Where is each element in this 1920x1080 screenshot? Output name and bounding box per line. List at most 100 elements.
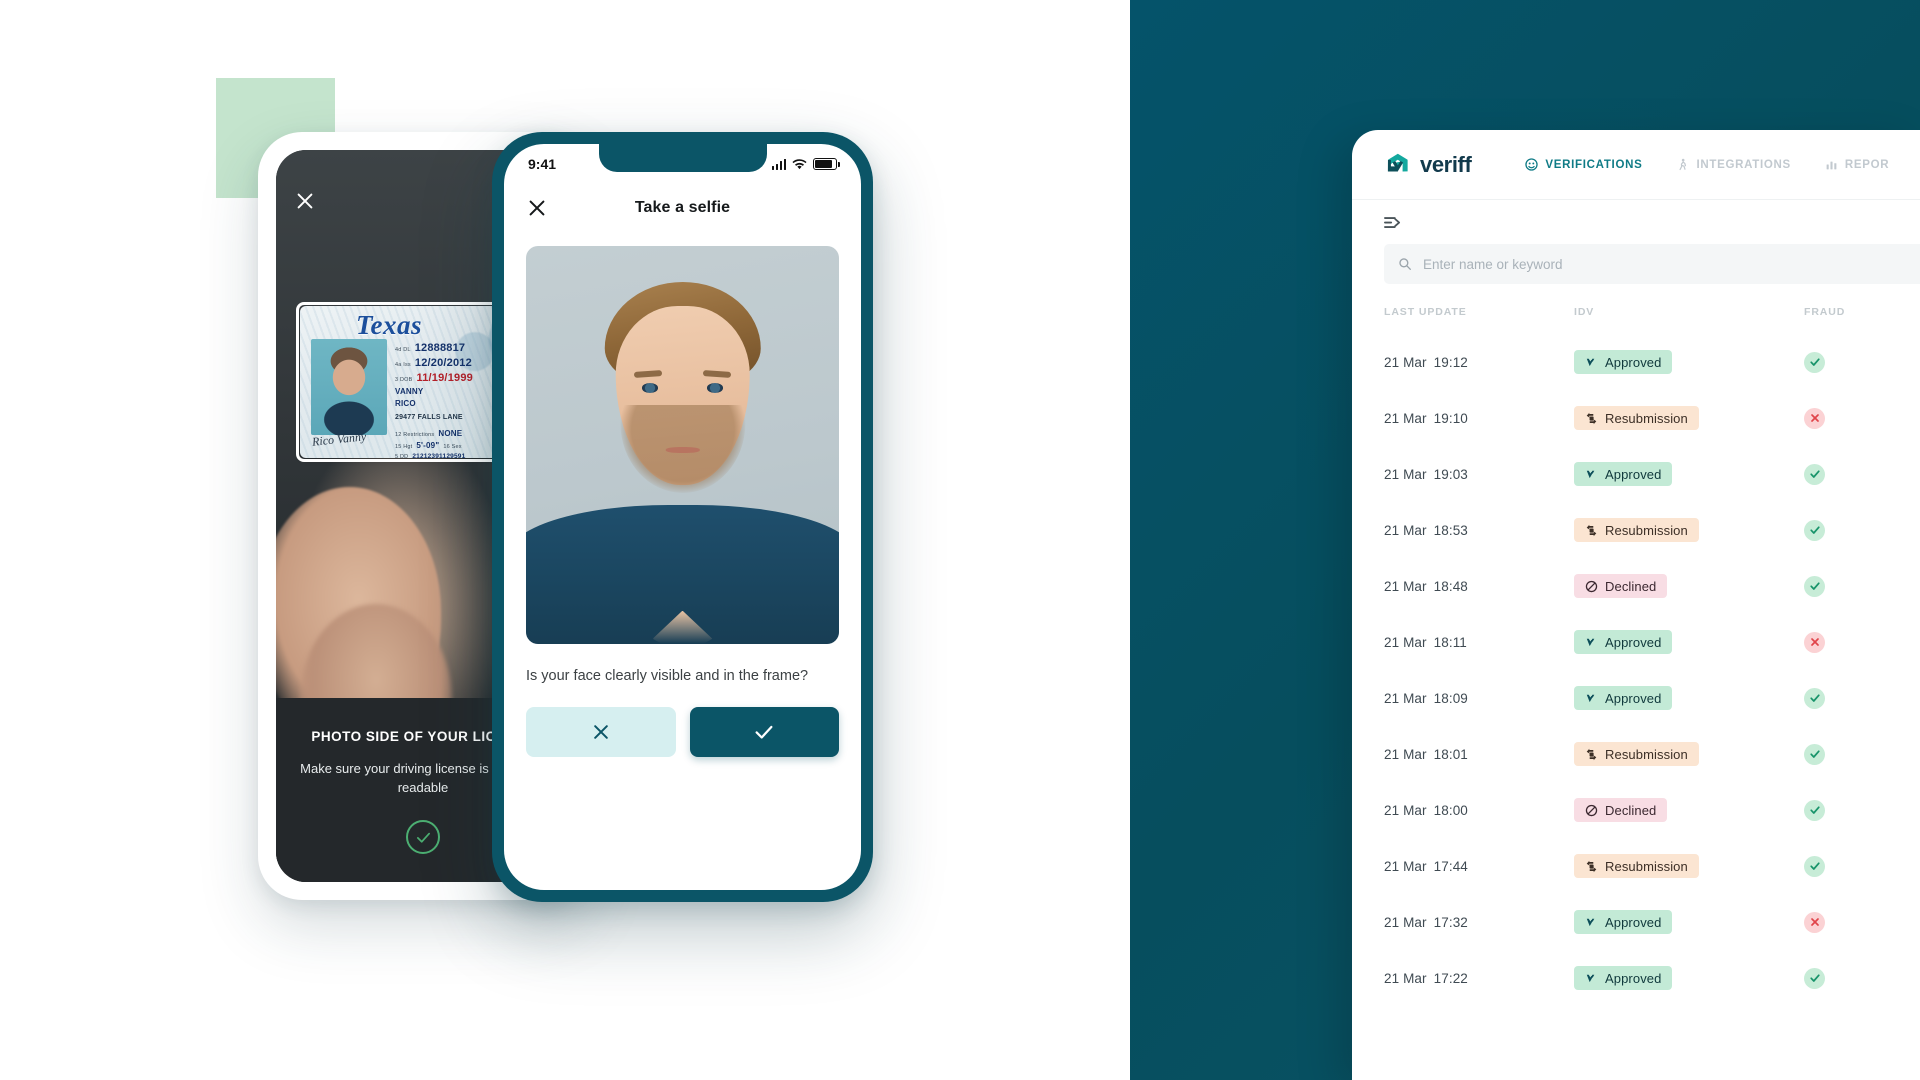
status-badge: Approved: [1574, 966, 1673, 990]
table-body: 21 Mar 19:12 Approved 21 Mar 19:10 Resubmissi…: [1384, 334, 1920, 1006]
cell-last-update: 21 Mar 19:12: [1384, 355, 1574, 370]
status-badge-label: Approved: [1605, 970, 1662, 986]
status-badge: Resubmission: [1574, 854, 1699, 878]
table-row[interactable]: 21 Mar 18:11 Approved: [1384, 614, 1920, 670]
check-circle-icon[interactable]: [406, 820, 440, 854]
portrait-eye-left: [641, 383, 659, 393]
status-badge: Approved: [1574, 686, 1673, 710]
nav-label-verifications: VERIFICATIONS: [1545, 158, 1643, 171]
approved-icon: [1586, 358, 1595, 366]
status-badge-label: Approved: [1605, 354, 1662, 370]
table-row[interactable]: 21 Mar 17:44 Resubmission: [1384, 838, 1920, 894]
cell-last-update: 21 Mar 18:53: [1384, 523, 1574, 538]
table-row[interactable]: 21 Mar 19:10 Resubmission: [1384, 390, 1920, 446]
row-time: 18:48: [1433, 578, 1468, 594]
status-badge-label: Declined: [1605, 578, 1657, 594]
check-icon: [1809, 470, 1820, 478]
cell-idv: Approved: [1574, 686, 1804, 710]
status-badge: Declined: [1574, 798, 1668, 822]
approved-icon: [1586, 470, 1595, 478]
search-icon: [1399, 258, 1411, 270]
close-icon[interactable]: [294, 190, 316, 212]
face-id-icon: [1525, 158, 1539, 171]
row-date: 21 Mar: [1384, 970, 1427, 986]
cell-last-update: 21 Mar 19:10: [1384, 411, 1574, 426]
cell-fraud: [1804, 631, 1884, 653]
search-section: [1352, 230, 1920, 284]
fraud-status-indicator: [1804, 351, 1825, 373]
table-row[interactable]: 21 Mar 18:09 Approved: [1384, 670, 1920, 726]
cell-last-update: 21 Mar 17:44: [1384, 859, 1574, 874]
table-row[interactable]: 21 Mar 18:01 Resubmission: [1384, 726, 1920, 782]
table-row[interactable]: 21 Mar 17:32 Approved: [1384, 894, 1920, 950]
check-icon: [1809, 582, 1820, 590]
fraud-status-indicator: [1804, 911, 1825, 933]
cell-fraud: [1804, 687, 1884, 709]
row-time: 18:09: [1433, 690, 1468, 706]
nav-item-verifications[interactable]: VERIFICATIONS: [1525, 158, 1642, 171]
row-date: 21 Mar: [1384, 802, 1427, 818]
table-row[interactable]: 21 Mar 19:03 Approved: [1384, 446, 1920, 502]
cell-idv: Approved: [1574, 350, 1804, 374]
fraud-status-indicator: [1804, 855, 1825, 877]
cell-idv: Resubmission: [1574, 854, 1804, 878]
table-row[interactable]: 21 Mar 19:12 Approved: [1384, 334, 1920, 390]
retake-selfie-button[interactable]: [526, 706, 676, 757]
row-time: 19:03: [1433, 466, 1468, 482]
row-time: 19:12: [1433, 354, 1468, 370]
row-date: 21 Mar: [1384, 858, 1427, 874]
fraud-status-indicator: [1804, 463, 1825, 485]
status-badge: Approved: [1574, 630, 1673, 654]
cell-idv: Resubmission: [1574, 406, 1804, 430]
search-input[interactable]: [1423, 256, 1920, 272]
person-walking-icon: [1679, 158, 1687, 171]
status-indicators: [771, 158, 840, 170]
row-date: 21 Mar: [1384, 914, 1427, 930]
status-badge-label: Resubmission: [1605, 858, 1688, 874]
cell-fraud: [1804, 407, 1884, 429]
status-badge-label: Resubmission: [1605, 410, 1688, 426]
status-badge-label: Approved: [1605, 466, 1662, 482]
check-icon: [755, 725, 773, 739]
check-icon: [1809, 526, 1820, 534]
row-date: 21 Mar: [1384, 466, 1427, 482]
cell-last-update: 21 Mar 19:03: [1384, 467, 1574, 482]
wifi-icon: [792, 158, 807, 170]
table-row[interactable]: 21 Mar 18:48 Declined: [1384, 558, 1920, 614]
check-icon: [1809, 358, 1820, 366]
expand-sidebar-icon[interactable]: [1384, 216, 1402, 230]
approved-icon: [1586, 694, 1595, 702]
phone-selfie-capture: 9:41 Take a selfie Is your face clearly …: [492, 132, 873, 902]
veriff-logo[interactable]: veriff: [1384, 151, 1472, 178]
confirm-selfie-button[interactable]: [689, 706, 839, 757]
battery-icon: [813, 158, 840, 170]
veriff-dashboard-window: veriff VERIFICATIONS INTEGRATIONS REPOR …: [1352, 130, 1920, 1080]
nav-item-integrations[interactable]: INTEGRATIONS: [1676, 158, 1790, 171]
cell-last-update: 21 Mar 18:01: [1384, 747, 1574, 762]
veriff-logomark-icon: [1387, 153, 1408, 172]
cell-fraud: [1804, 351, 1884, 373]
mobile-mockup-pane: Texas DRIVER Rico Vanny 4d DL 12888817 4…: [0, 0, 1130, 1080]
dashboard-toolbar: [1352, 200, 1920, 230]
page-title: Take a selfie: [634, 199, 731, 216]
bar-chart-icon: [1826, 161, 1837, 170]
cell-last-update: 21 Mar 18:11: [1384, 635, 1574, 650]
close-icon: [1810, 414, 1819, 422]
cell-fraud: [1804, 855, 1884, 877]
column-header-fraud: FRAUD: [1804, 306, 1846, 318]
status-badge: Resubmission: [1574, 518, 1699, 542]
close-icon: [1810, 638, 1819, 646]
table-row[interactable]: 21 Mar 18:53 Resubmission: [1384, 502, 1920, 558]
cell-last-update: 21 Mar 18:48: [1384, 579, 1574, 594]
selfie-screen: 9:41 Take a selfie Is your face clearly …: [504, 144, 861, 890]
nav-label-integrations: INTEGRATIONS: [1696, 158, 1791, 171]
cell-idv: Approved: [1574, 910, 1804, 934]
cell-fraud: [1804, 967, 1884, 989]
status-badge: Approved: [1574, 462, 1673, 486]
row-time: 17:22: [1433, 970, 1468, 986]
table-row[interactable]: 21 Mar 17:22 Approved: [1384, 950, 1920, 1006]
table-row[interactable]: 21 Mar 18:00 Declined: [1384, 782, 1920, 838]
search-box[interactable]: [1384, 244, 1920, 284]
nav-item-reports[interactable]: REPOR: [1825, 158, 1889, 171]
status-badge-label: Resubmission: [1605, 522, 1688, 538]
